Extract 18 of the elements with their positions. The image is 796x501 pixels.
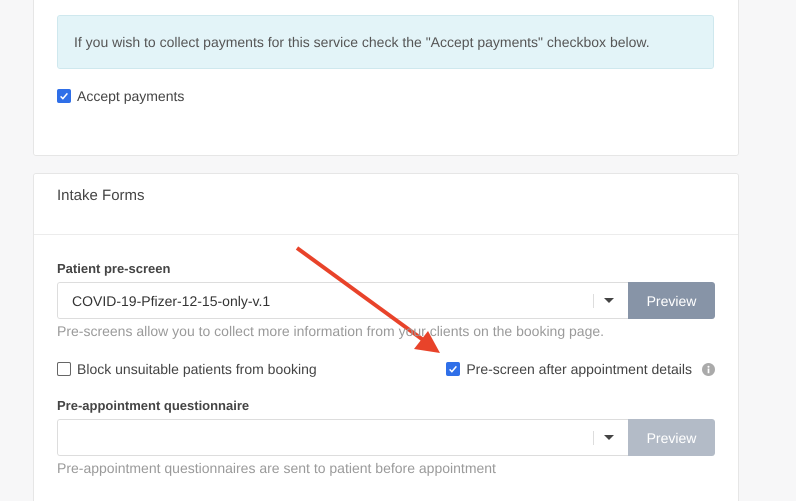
checkbox-label: Pre-screen after appointment details (466, 361, 692, 377)
select-field[interactable]: COVID-19-Pfizer-12-15-only-v.1 (57, 282, 628, 319)
field-label: Pre-appointment questionnaire (57, 398, 250, 413)
checkbox[interactable] (57, 89, 71, 103)
checkbox[interactable] (57, 362, 71, 376)
checkbox[interactable] (446, 362, 460, 376)
help-text: Pre-appointment questionnaires are sent to patient before appointment (57, 460, 497, 476)
field-label: Patient pre-screen (57, 261, 172, 276)
caret-icon (604, 435, 614, 440)
section-title: Intake Forms (57, 187, 145, 204)
info-alert: If you wish to collect payments for this service check the "Accept payments" checkbox below. (57, 15, 714, 69)
caret-icon (604, 298, 614, 303)
checkbox-label: Accept payments (77, 88, 184, 104)
checkbox-label: Block unsuitable patients from booking (77, 361, 317, 377)
checkmark-icon (447, 363, 460, 375)
checkmark-icon (58, 90, 70, 102)
preview-button[interactable]: Preview (628, 282, 715, 319)
select-field[interactable] (57, 419, 628, 456)
